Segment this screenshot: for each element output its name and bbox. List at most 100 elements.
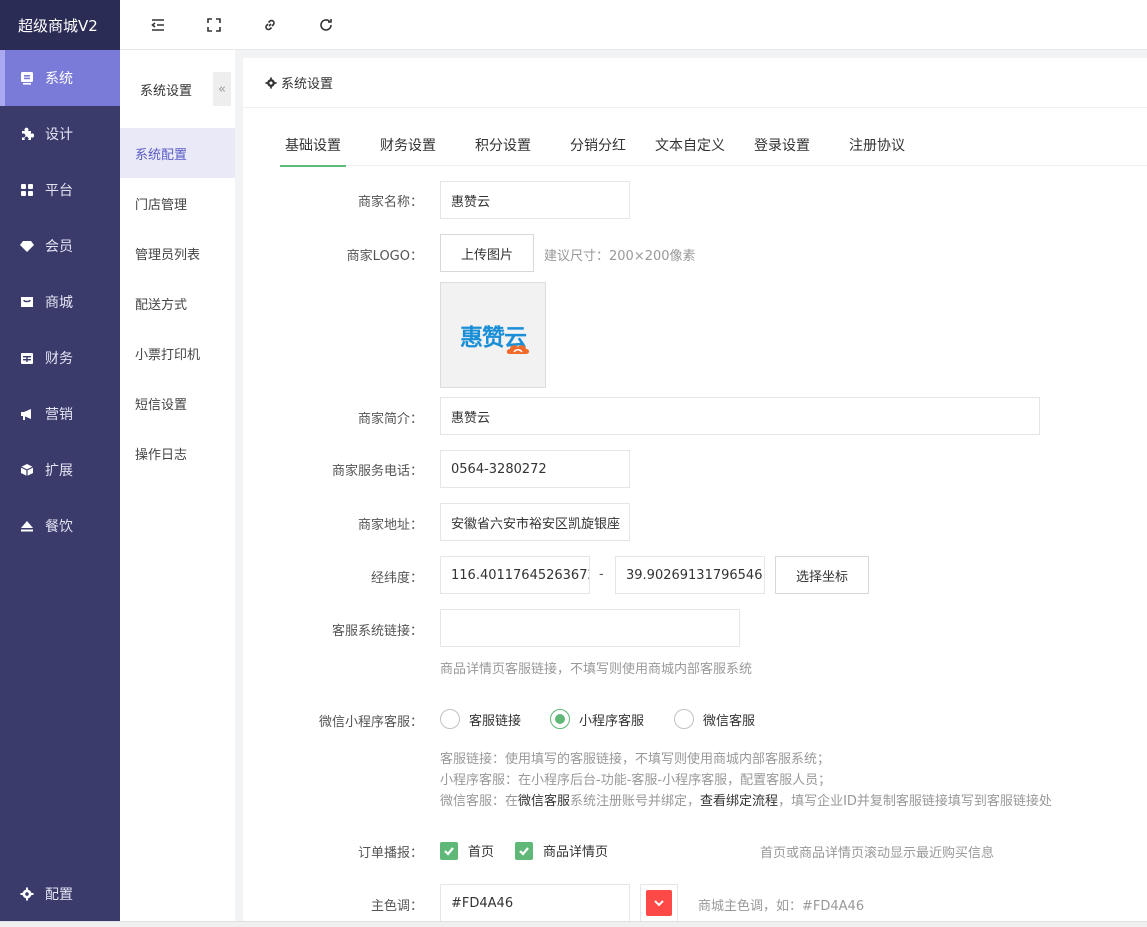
cube-icon [20, 463, 34, 477]
nav-label: 营销 [45, 407, 73, 423]
address-input[interactable]: 安徽省六安市裕安区凯旋银座 [440, 503, 630, 541]
service-link-hint: 商品详情页客服链接，不填写则使用商城内部客服系统 [440, 662, 753, 677]
select-coords-button[interactable]: 选择坐标 [775, 556, 869, 594]
nav-item-extension[interactable]: 扩展 [0, 442, 120, 498]
panel-title: 系统设置 [281, 77, 334, 92]
tab-finance[interactable]: 财务设置 [375, 124, 441, 166]
settings-tabs: 基础设置 财务设置 积分设置 分销分红 文本自定义 登录设置 注册协议 [280, 124, 1147, 167]
coords-label: 经纬度： [370, 571, 423, 586]
fullscreen-icon[interactable] [186, 0, 242, 50]
panel-header: 系统设置 [243, 58, 1147, 108]
phone-label: 商家服务电话： [331, 464, 423, 479]
logo-size-hint: 建议尺寸：200×200像素 [544, 249, 696, 264]
nav-item-system[interactable]: 系统 [0, 50, 120, 106]
horizontal-scrollbar[interactable] [0, 921, 1147, 927]
checkbox-homepage[interactable]: 首页 [440, 841, 494, 860]
tab-distribution[interactable]: 分销分红 [565, 124, 631, 166]
sub-item-delivery[interactable]: 配送方式 [120, 278, 235, 328]
nav-item-marketing[interactable]: 营销 [0, 386, 120, 442]
latitude-input[interactable]: 39.90269131796546 [615, 556, 765, 594]
grid-icon [20, 183, 34, 197]
upload-image-button[interactable]: 上传图片 [440, 234, 534, 272]
puzzle-icon [20, 127, 34, 141]
sub-item-sms-settings[interactable]: 短信设置 [120, 378, 235, 428]
megaphone-icon [20, 407, 34, 421]
nav-label: 配置 [45, 887, 73, 903]
address-label: 商家地址： [357, 518, 423, 533]
sub-item-operation-log[interactable]: 操作日志 [120, 428, 235, 478]
nav-item-member[interactable]: 会员 [0, 218, 120, 274]
theme-color-input[interactable]: #FD4A46 [440, 884, 630, 922]
service-link-input[interactable] [440, 609, 740, 647]
settings-panel: 系统设置 基础设置 财务设置 积分设置 分销分红 文本自定义 登录设置 注册协议… [243, 58, 1147, 922]
nav-item-design[interactable]: 设计 [0, 106, 120, 162]
shop-intro-input[interactable]: 惠赞云 [440, 397, 1040, 435]
brand-title: 超级商城V2 [0, 0, 120, 50]
nav-item-finance[interactable]: 财务 [0, 330, 120, 386]
nav-label: 商城 [45, 295, 73, 311]
top-toolbar [120, 0, 1147, 50]
longitude-input[interactable]: 116.40117645263672 [440, 556, 590, 594]
app-window: 超级商城V2 系统 设计 平台 会员 商城 财务 营销 扩展 餐饮 配置 系统设… [0, 0, 1147, 927]
diamond-icon [20, 239, 34, 253]
collapse-button[interactable]: « [213, 72, 231, 106]
service-link-label: 客服系统链接： [331, 624, 423, 639]
radio-label: 微信客服 [703, 713, 756, 729]
radio-label: 小程序客服 [579, 713, 645, 729]
shop-icon [20, 295, 34, 309]
nav-bottom: 配置 [0, 866, 120, 922]
link-icon[interactable] [242, 0, 298, 50]
tab-points[interactable]: 积分设置 [470, 124, 536, 166]
menu-fold-icon[interactable] [130, 0, 186, 50]
nav-item-shop[interactable]: 商城 [0, 274, 120, 330]
radio-wechat-service[interactable]: 微信客服 [674, 709, 755, 729]
gear-icon [265, 76, 277, 89]
checkbox-label: 商品详情页 [543, 845, 609, 860]
refresh-icon[interactable] [298, 0, 354, 50]
intro-label: 商家简介： [357, 412, 423, 427]
nav-label: 扩展 [45, 463, 73, 479]
wechat-service-link[interactable]: 微信客服 [518, 794, 570, 809]
hint-text: ，填写企业ID并复制客服链接填写到客服链接处 [778, 794, 1052, 809]
order-broadcast-hint: 首页或商品详情页滚动显示最近购买信息 [760, 846, 995, 861]
tab-register-agreement[interactable]: 注册协议 [844, 124, 910, 166]
theme-color-hint: 商城主色调，如：#FD4A46 [698, 899, 865, 914]
wx-service-hint-1: 客服链接：使用填写的客服链接，不填写则使用商城内部客服系统； [440, 752, 831, 767]
wx-service-label: 微信小程序客服： [318, 715, 423, 730]
tab-basic[interactable]: 基础设置 [280, 124, 346, 167]
radio-circle [550, 709, 570, 729]
name-label: 商家名称： [357, 195, 423, 210]
radio-circle [674, 709, 694, 729]
tab-text-custom[interactable]: 文本自定义 [650, 124, 730, 166]
radio-label: 客服链接 [469, 713, 522, 729]
color-picker[interactable] [640, 884, 678, 922]
logo-preview[interactable]: 惠赞云 [440, 282, 546, 388]
sub-item-receipt-printer[interactable]: 小票打印机 [120, 328, 235, 378]
sub-item-system-config[interactable]: 系统配置 [120, 128, 235, 178]
check-icon [440, 841, 458, 860]
shop-name-input[interactable]: 惠赞云 [440, 181, 630, 219]
wx-service-hint-3: 微信客服：在微信客服系统注册账号并绑定，查看绑定流程，填写企业ID并复制客服链接… [440, 790, 1052, 809]
checkbox-label: 首页 [468, 845, 495, 860]
radio-mini-program-service[interactable]: 小程序客服 [550, 709, 644, 729]
sub-item-admin-list[interactable]: 管理员列表 [120, 228, 235, 278]
binding-process-link[interactable]: 查看绑定流程 [700, 794, 778, 809]
system-icon [20, 71, 34, 85]
nav-item-platform[interactable]: 平台 [0, 162, 120, 218]
nav-label: 餐饮 [45, 519, 73, 535]
tab-login[interactable]: 登录设置 [749, 124, 815, 166]
nav-item-config[interactable]: 配置 [0, 866, 120, 922]
radio-service-link[interactable]: 客服链接 [440, 709, 521, 729]
main-sidebar: 超级商城V2 系统 设计 平台 会员 商城 财务 营销 扩展 餐饮 配置 [0, 0, 120, 921]
service-phone-input[interactable]: 0564-3280272 [440, 450, 630, 488]
sub-sidebar-header: 系统设置 « [120, 50, 235, 128]
sub-sidebar: 系统设置 « 系统配置 门店管理 管理员列表 配送方式 小票打印机 短信设置 操… [120, 50, 235, 921]
nav-label: 设计 [45, 127, 73, 143]
nav-label: 财务 [45, 351, 73, 367]
nav-item-catering[interactable]: 餐饮 [0, 498, 120, 554]
wx-service-hint-2: 小程序客服：在小程序后台-功能-客服-小程序客服，配置客服人员； [440, 773, 832, 788]
order-broadcast-label: 订单播报： [357, 846, 423, 861]
nav-label: 系统 [45, 71, 73, 87]
checkbox-product-detail[interactable]: 商品详情页 [515, 841, 608, 860]
sub-item-store-management[interactable]: 门店管理 [120, 178, 235, 228]
